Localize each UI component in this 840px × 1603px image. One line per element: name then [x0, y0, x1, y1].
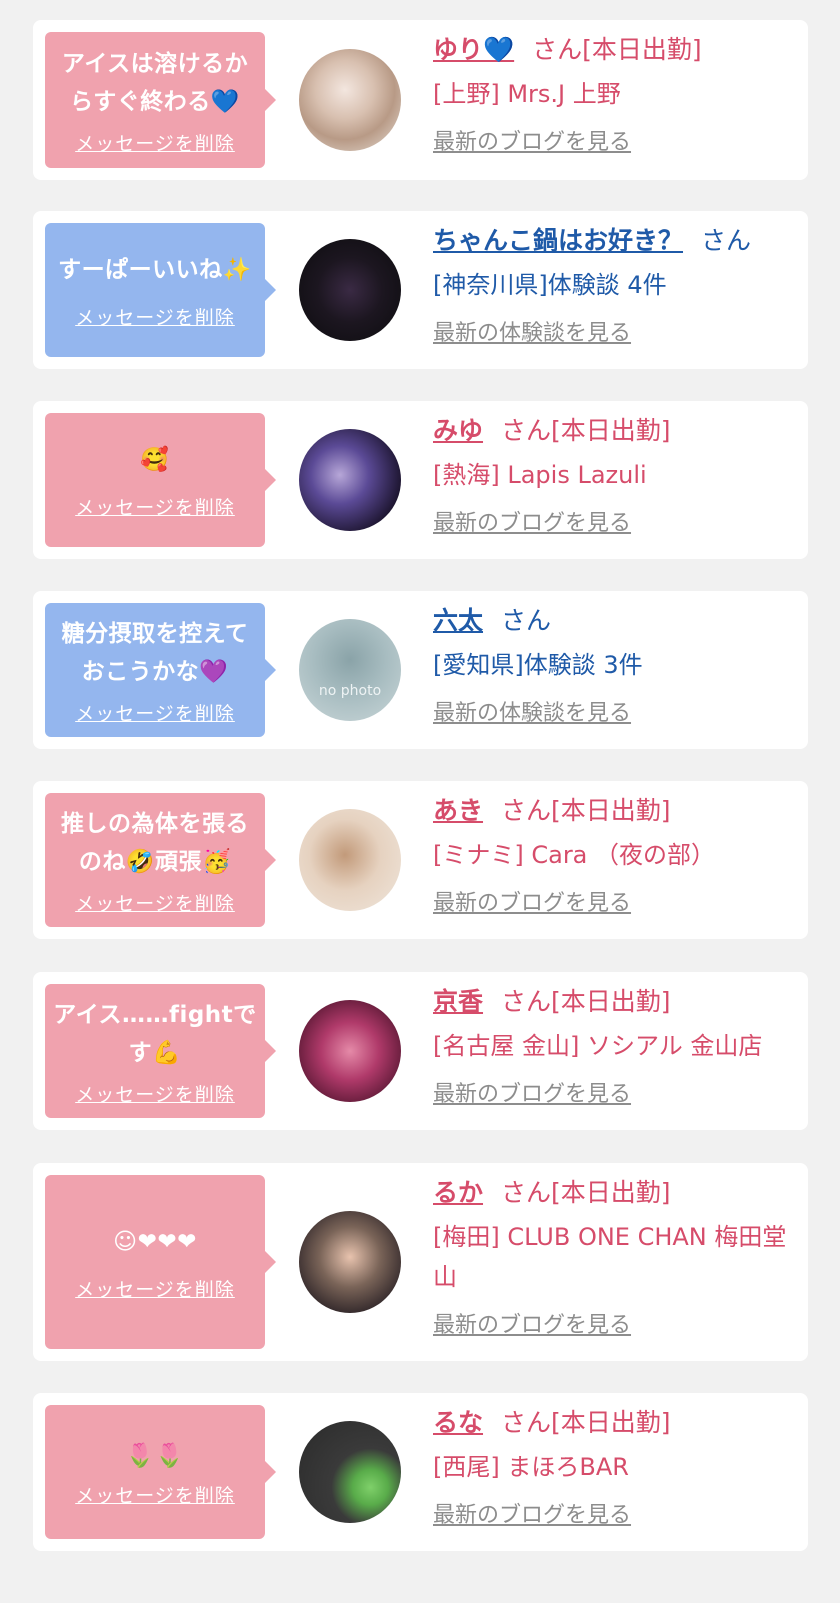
shop-label: [上野] Mrs.J 上野 — [433, 80, 621, 108]
latest-blog-link[interactable]: 最新のブログを見る — [433, 1076, 631, 1108]
shop-label: [ミナミ] Cara （夜の部） — [433, 841, 716, 869]
message-text: アイスは溶けるからすぐ終わる💙 — [61, 50, 249, 115]
shop-label: [名古屋 金山] ソシアル 金山店 — [433, 1032, 763, 1060]
delete-message-link[interactable]: メッセージを削除 — [75, 303, 235, 330]
message-text: 推しの為体を張るのね🤣頑張🥳 — [61, 810, 249, 875]
message-card: すーぱーいいね✨ メッセージを削除 ちゃんこ鍋はお好き？ さん [神奈川県]体験談… — [33, 211, 808, 369]
message-text: すーぱーいいね✨ — [58, 256, 252, 283]
name-suffix: さん[本日出勤] — [532, 35, 702, 64]
delete-message-link[interactable]: メッセージを削除 — [75, 1080, 235, 1107]
name-suffix: さん[本日出勤] — [501, 1408, 671, 1437]
delete-message-link[interactable]: メッセージを削除 — [75, 1275, 235, 1302]
message-bubble: 糖分摂取を控えておこうかな💜 メッセージを削除 — [45, 603, 276, 737]
message-text: 糖分摂取を控えておこうかな💜 — [61, 620, 249, 685]
shop-label: [熱海] Lapis Lazuli — [433, 461, 647, 489]
no-photo-label: no photo — [318, 683, 382, 699]
avatar[interactable] — [299, 1000, 401, 1102]
name-suffix: さん — [701, 226, 752, 255]
user-name-link[interactable]: 京香 — [433, 987, 483, 1016]
delete-message-link[interactable]: メッセージを削除 — [75, 129, 235, 156]
avatar[interactable] — [299, 429, 401, 531]
message-card: 糖分摂取を控えておこうかな💜 メッセージを削除 no photo 六太 さん [愛… — [33, 591, 808, 749]
message-text: ☺❤❤❤ — [113, 1228, 197, 1255]
message-text: アイス……fightです💪 — [53, 1001, 257, 1066]
message-bubble: 🌷🌷 メッセージを削除 — [45, 1405, 276, 1539]
avatar[interactable] — [299, 1211, 401, 1313]
user-name-link[interactable]: るか — [433, 1178, 483, 1207]
message-card: 🌷🌷 メッセージを削除 るな さん[本日出勤] [西尾] まほろBAR 最新のブロ… — [33, 1393, 808, 1551]
message-bubble: 🥰 メッセージを削除 — [45, 413, 276, 547]
message-bubble: すーぱーいいね✨ メッセージを削除 — [45, 223, 276, 357]
delete-message-link[interactable]: メッセージを削除 — [75, 1481, 235, 1508]
message-card: アイスは溶けるからすぐ終わる💙 メッセージを削除 ゆり💙 さん[本日出勤] [上野… — [33, 20, 808, 180]
message-list: アイスは溶けるからすぐ終わる💙 メッセージを削除 ゆり💙 さん[本日出勤] [上野… — [0, 0, 840, 1603]
latest-blog-link[interactable]: 最新のブログを見る — [433, 124, 631, 156]
shop-label: [愛知県]体験談 3件 — [433, 651, 643, 679]
avatar[interactable] — [299, 239, 401, 341]
message-text: 🥰 — [140, 446, 170, 473]
message-card: アイス……fightです💪 メッセージを削除 京香 さん[本日出勤] [名古屋 金… — [33, 972, 808, 1130]
delete-message-link[interactable]: メッセージを削除 — [75, 493, 235, 520]
user-name-link[interactable]: あき — [433, 796, 483, 825]
latest-blog-link[interactable]: 最新のブログを見る — [433, 505, 631, 537]
user-name-link[interactable]: みゆ — [433, 416, 483, 445]
name-suffix: さん — [501, 606, 552, 635]
name-suffix: さん[本日出勤] — [501, 1178, 671, 1207]
avatar[interactable] — [299, 49, 401, 151]
delete-message-link[interactable]: メッセージを削除 — [75, 699, 235, 726]
user-name-link[interactable]: るな — [433, 1408, 483, 1437]
latest-blog-link[interactable]: 最新のブログを見る — [433, 1307, 631, 1339]
user-name-link[interactable]: ちゃんこ鍋はお好き？ — [433, 226, 683, 255]
latest-blog-link[interactable]: 最新のブログを見る — [433, 885, 631, 917]
name-suffix: さん[本日出勤] — [501, 416, 671, 445]
message-bubble: アイス……fightです💪 メッセージを削除 — [45, 984, 276, 1118]
shop-label: [西尾] まほろBAR — [433, 1453, 629, 1481]
message-card: ☺❤❤❤ メッセージを削除 るか さん[本日出勤] [梅田] CLUB ONE C… — [33, 1163, 808, 1361]
message-text: 🌷🌷 — [125, 1442, 185, 1469]
shop-label: [神奈川県]体験談 4件 — [433, 271, 667, 299]
delete-message-link[interactable]: メッセージを削除 — [75, 889, 235, 916]
latest-review-link[interactable]: 最新の体験談を見る — [433, 695, 631, 727]
name-suffix: さん[本日出勤] — [501, 987, 671, 1016]
avatar[interactable]: no photo — [299, 619, 401, 721]
message-card: 🥰 メッセージを削除 みゆ さん[本日出勤] [熱海] Lapis Lazuli … — [33, 401, 808, 559]
shop-label: [梅田] CLUB ONE CHAN 梅田堂山 — [433, 1223, 787, 1291]
message-bubble: 推しの為体を張るのね🤣頑張🥳 メッセージを削除 — [45, 793, 276, 927]
user-name-link[interactable]: 六太 — [433, 606, 483, 635]
user-name-link[interactable]: ゆり💙 — [433, 35, 514, 64]
message-bubble: アイスは溶けるからすぐ終わる💙 メッセージを削除 — [45, 32, 276, 168]
message-card: 推しの為体を張るのね🤣頑張🥳 メッセージを削除 あき さん[本日出勤] [ミナミ]… — [33, 781, 808, 939]
latest-review-link[interactable]: 最新の体験談を見る — [433, 315, 631, 347]
avatar[interactable] — [299, 1421, 401, 1523]
name-suffix: さん[本日出勤] — [501, 796, 671, 825]
avatar[interactable] — [299, 809, 401, 911]
message-bubble: ☺❤❤❤ メッセージを削除 — [45, 1175, 276, 1349]
latest-blog-link[interactable]: 最新のブログを見る — [433, 1497, 631, 1529]
